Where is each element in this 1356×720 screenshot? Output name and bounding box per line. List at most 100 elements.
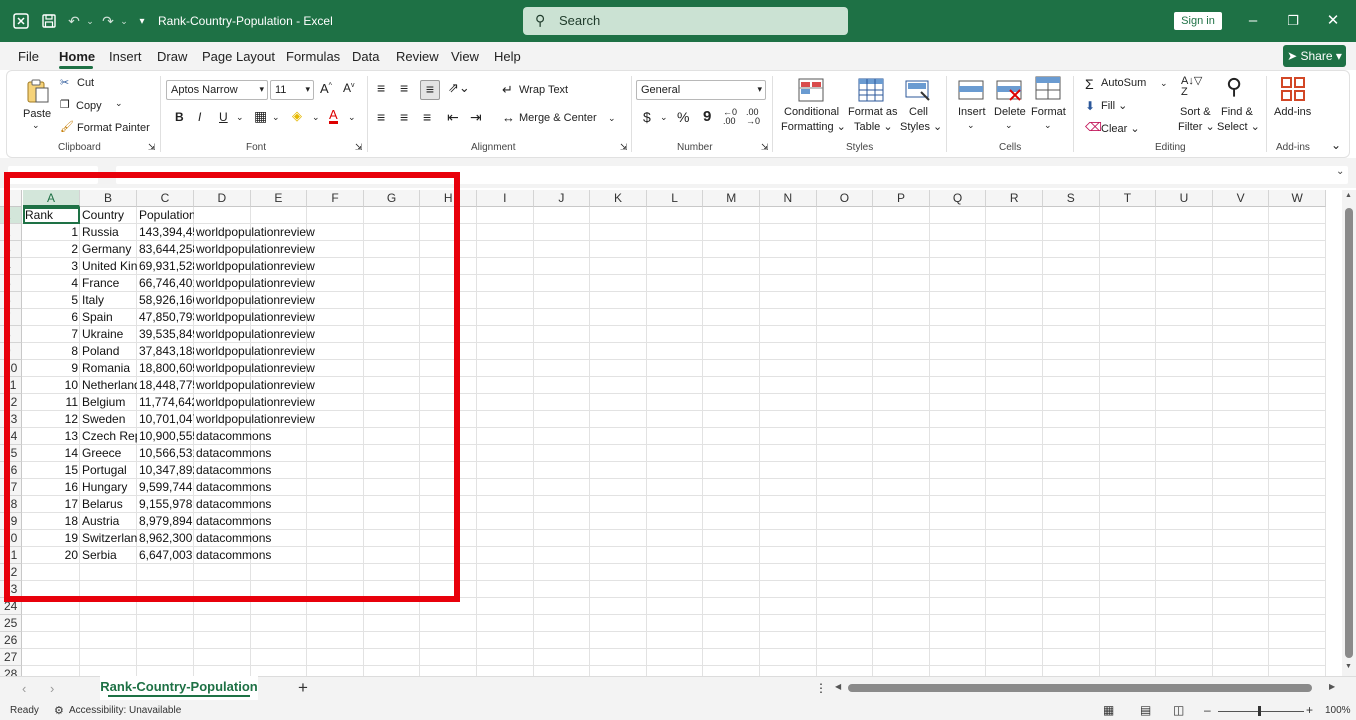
tab-home[interactable]: Home	[59, 49, 95, 64]
rank-cell[interactable]: 8	[23, 343, 80, 360]
delete-dropdown-icon[interactable]: ⌄	[1005, 120, 1013, 131]
insert-dropdown-icon[interactable]: ⌄	[967, 120, 975, 131]
accounting-format-button[interactable]: $	[643, 109, 651, 125]
row-header-18[interactable]: 18	[0, 496, 22, 513]
row-header-8[interactable]: 8	[0, 326, 22, 343]
sheet-tab-rank-country-population[interactable]: Rank-Country-Population	[100, 676, 258, 700]
redo-icon[interactable]: ↷	[100, 10, 116, 32]
font-color-dropdown-icon[interactable]: ⌄	[348, 112, 356, 123]
row-header-19[interactable]: 19	[0, 513, 22, 530]
select-all-corner[interactable]	[0, 190, 22, 207]
source-cell[interactable]: worldpopulationreview	[194, 343, 317, 360]
population-cell[interactable]: 11,774,642	[137, 394, 194, 411]
sign-in-button[interactable]: Sign in	[1174, 12, 1222, 30]
country-cell[interactable]: Belgium	[80, 394, 137, 411]
country-cell[interactable]: Spain	[80, 309, 137, 326]
country-cell[interactable]: United King	[80, 258, 137, 275]
align-left-icon[interactable]: ≡	[377, 109, 385, 125]
rank-cell[interactable]: 10	[23, 377, 80, 394]
column-header-a[interactable]: A	[23, 190, 80, 207]
row-header-21[interactable]: 21	[0, 547, 22, 564]
country-cell[interactable]: Portugal	[80, 462, 137, 479]
tab-file[interactable]: File	[18, 49, 39, 64]
merge-center-button[interactable]: Merge & Center	[519, 112, 597, 124]
paste-dropdown-icon[interactable]: ⌄	[32, 120, 40, 131]
cut-button[interactable]: Cut	[77, 77, 94, 89]
copy-dropdown-icon[interactable]: ⌄	[115, 98, 123, 109]
row-header-16[interactable]: 16	[0, 462, 22, 479]
country-cell[interactable]: Russia	[80, 224, 137, 241]
source-cell[interactable]: datacommons	[194, 530, 273, 547]
population-cell[interactable]: 18,800,605	[137, 360, 194, 377]
population-cell[interactable]: 37,843,188	[137, 343, 194, 360]
column-header-t[interactable]: T	[1099, 190, 1157, 207]
scroll-left-icon[interactable]: ◀	[835, 682, 841, 691]
accounting-dropdown-icon[interactable]: ⌄	[660, 112, 668, 123]
column-header-u[interactable]: U	[1156, 190, 1213, 207]
increase-decimal-icon[interactable]: ←0.00	[723, 108, 737, 126]
rank-cell[interactable]: 17	[23, 496, 80, 513]
column-header-v[interactable]: V	[1212, 190, 1270, 207]
zoom-in-icon[interactable]: +	[1306, 703, 1313, 717]
accessibility-status[interactable]: Accessibility: Unavailable	[69, 705, 181, 716]
bold-button[interactable]: B	[175, 110, 184, 124]
font-name-select[interactable]: Aptos Narrow ▾	[166, 80, 268, 100]
redo-dropdown-icon[interactable]: ⌄	[119, 10, 129, 32]
country-cell[interactable]: Greece	[80, 445, 137, 462]
row-header-28[interactable]: 28	[0, 666, 22, 676]
population-cell[interactable]: 66,746,401	[137, 275, 194, 292]
underline-dropdown-icon[interactable]: ⌄	[236, 112, 244, 123]
tab-data[interactable]: Data	[352, 49, 379, 64]
country-cell[interactable]: Switzerlan	[80, 530, 137, 547]
decrease-decimal-icon[interactable]: .00 →0	[746, 108, 760, 126]
column-header-n[interactable]: N	[760, 190, 817, 207]
column-header-k[interactable]: K	[590, 190, 647, 207]
column-header-g[interactable]: G	[363, 190, 421, 207]
row-header-26[interactable]: 26	[0, 632, 22, 649]
name-box[interactable]	[8, 166, 98, 184]
font-size-select[interactable]: 11 ▾	[270, 80, 314, 100]
orientation-icon[interactable]: ⇗⌄	[448, 80, 470, 96]
close-icon[interactable]: ✕	[1321, 10, 1345, 32]
header-cell[interactable]: Population	[137, 207, 194, 224]
rank-cell[interactable]: 2	[23, 241, 80, 258]
row-header-27[interactable]: 27	[0, 649, 22, 666]
formula-input[interactable]	[116, 166, 1348, 184]
row-header-5[interactable]: 5	[0, 275, 22, 292]
row-header-24[interactable]: 24	[0, 598, 22, 615]
column-header-q[interactable]: Q	[929, 190, 987, 207]
country-cell[interactable]: Serbia	[80, 547, 137, 564]
increase-font-size-icon[interactable]: A^	[320, 81, 332, 96]
rank-cell[interactable]: 12	[23, 411, 80, 428]
format-painter-button[interactable]: Format Painter	[77, 122, 150, 134]
row-header-15[interactable]: 15	[0, 445, 22, 462]
country-cell[interactable]: Ukraine	[80, 326, 137, 343]
country-cell[interactable]: France	[80, 275, 137, 292]
sort-filter-label-2[interactable]: Filter ⌄	[1178, 120, 1215, 133]
align-center-icon[interactable]: ≡	[400, 109, 408, 125]
source-cell[interactable]: worldpopulationreview	[194, 411, 317, 428]
row-header-3[interactable]: 3	[0, 241, 22, 258]
tab-formulas[interactable]: Formulas	[286, 49, 340, 64]
row-header-13[interactable]: 13	[0, 411, 22, 428]
rank-cell[interactable]: 18	[23, 513, 80, 530]
row-header-14[interactable]: 14	[0, 428, 22, 445]
paste-icon[interactable]	[24, 78, 50, 104]
row-header-20[interactable]: 20	[0, 530, 22, 547]
source-cell[interactable]: datacommons	[194, 547, 273, 564]
population-cell[interactable]: 10,701,047	[137, 411, 194, 428]
add-sheet-icon[interactable]: +	[298, 678, 308, 698]
rank-cell[interactable]: 6	[23, 309, 80, 326]
row-header-7[interactable]: 7	[0, 309, 22, 326]
number-launcher-icon[interactable]: ⇲	[761, 142, 769, 153]
add-ins-button[interactable]: Add-ins	[1274, 106, 1311, 118]
format-cells-button[interactable]: Format	[1031, 106, 1066, 118]
rank-cell[interactable]: 4	[23, 275, 80, 292]
scroll-down-icon[interactable]: ▼	[1345, 663, 1352, 670]
source-cell[interactable]: datacommons	[194, 428, 273, 445]
column-header-e[interactable]: E	[250, 190, 308, 207]
row-header-23[interactable]: 23	[0, 581, 22, 598]
source-cell[interactable]: datacommons	[194, 479, 273, 496]
rank-cell[interactable]: 19	[23, 530, 80, 547]
source-cell[interactable]: worldpopulationreview	[194, 275, 317, 292]
